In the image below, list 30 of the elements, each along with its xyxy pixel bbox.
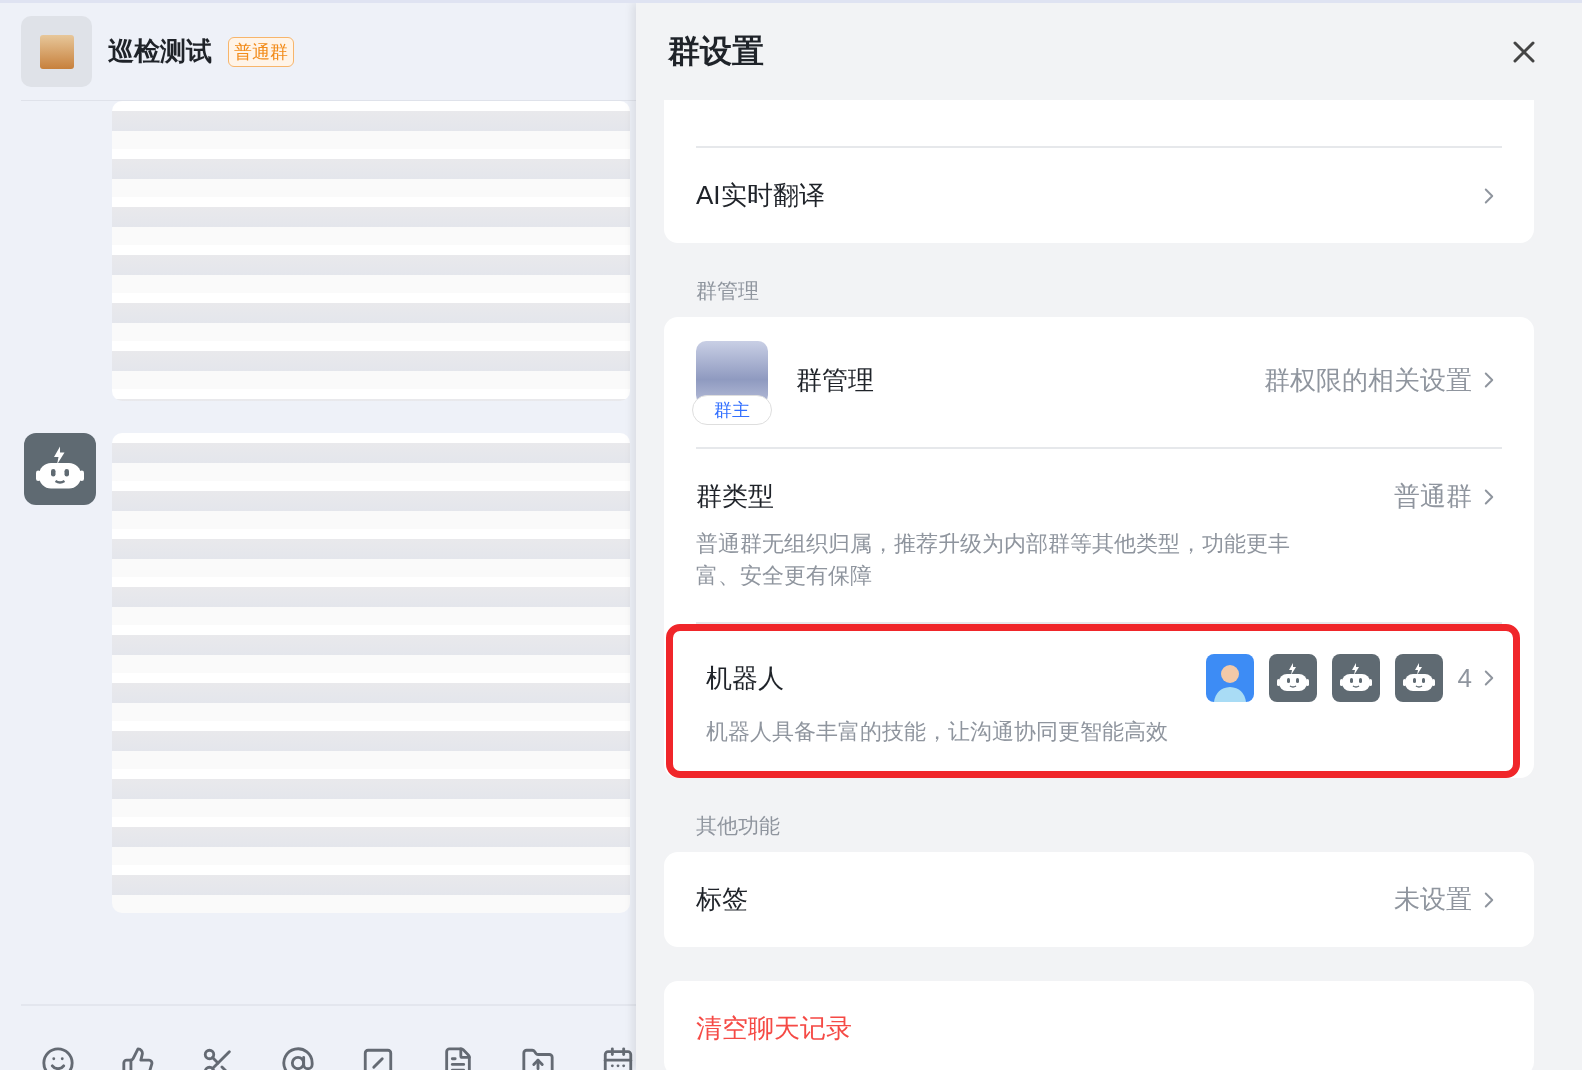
smile-icon[interactable] [41, 1046, 75, 1070]
owner-badge: 群主 [692, 395, 772, 425]
setting-link[interactable]: 未设置 [1394, 882, 1502, 917]
group-type-tag: 普通群 [228, 36, 294, 67]
robot-icon [1268, 654, 1317, 702]
setting-link[interactable]: 群权限的相关设置 [1264, 362, 1502, 398]
section-heading: 其他功能 [695, 813, 781, 839]
setting-label: 群类型 [696, 480, 774, 513]
calendar-icon[interactable] [601, 1046, 635, 1070]
setting-label: AI实时翻译 [696, 179, 825, 212]
setting-label: 机器人 [706, 661, 784, 695]
setting-link[interactable]: 普通群 [1394, 479, 1502, 514]
setting-description: 普通群无组织归属，推荐升级为内部群等其他类型，功能更丰富、安全更有保障 [696, 530, 1291, 590]
robot-icon [1394, 654, 1443, 702]
setting-description: 机器人具备丰富的技能，让沟通协同更智能高效 [706, 718, 1169, 746]
setting-link[interactable]: 4 [1457, 662, 1502, 694]
robot-icon [1331, 654, 1380, 702]
slash-command-icon[interactable] [361, 1046, 395, 1070]
setting-label: 标签 [696, 883, 748, 916]
setting-label: 群管理 [796, 363, 874, 397]
folder-upload-icon[interactable] [521, 1046, 555, 1070]
section-heading: 群管理 [695, 278, 760, 304]
chat-title: 巡检测试 [108, 35, 212, 68]
person-avatar-icon [1205, 654, 1254, 702]
at-sign-icon[interactable] [281, 1046, 315, 1070]
panel-title: 群设置 [668, 31, 764, 71]
clear-history-link[interactable]: 清空聊天记录 [696, 1011, 1502, 1046]
photo-placeholder [39, 34, 74, 69]
thumbs-up-icon[interactable] [121, 1046, 155, 1070]
robot-avatar-icon [24, 433, 96, 505]
